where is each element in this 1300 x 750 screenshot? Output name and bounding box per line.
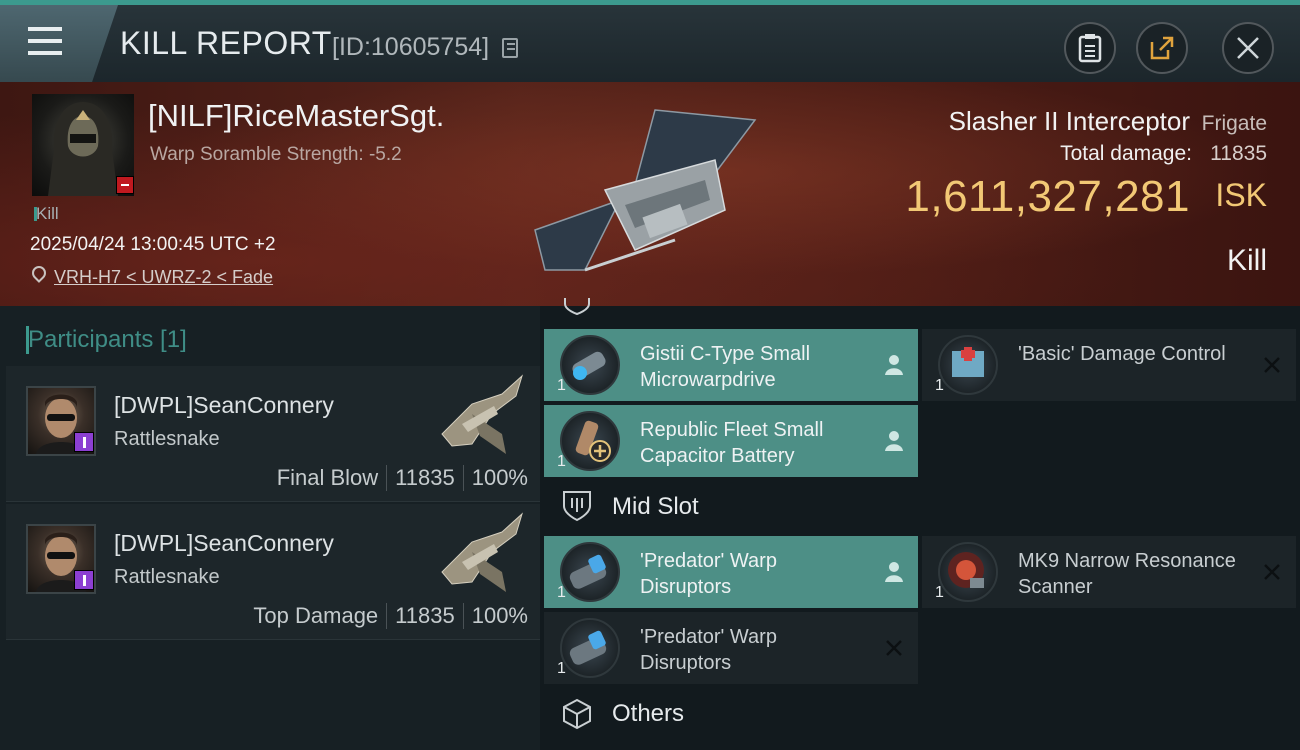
ship-class: Frigate (1201, 112, 1267, 135)
participant-percent: 100% (471, 465, 528, 490)
capacitor-battery-icon-graphic (575, 420, 611, 462)
module-qty: 1 (557, 377, 566, 394)
module-name: 'Basic' Damage Control (1018, 343, 1226, 365)
destroyed-icon (886, 640, 902, 656)
location-pin-icon (29, 263, 49, 283)
victim-ship-image (534, 109, 757, 272)
report-button[interactable] (1064, 22, 1116, 74)
resonance-scanner-icon-graphic (948, 552, 984, 588)
module-name: 'Predator' Warp Disruptors (640, 550, 777, 598)
isk-unit: ISK (1215, 177, 1267, 213)
participant-row[interactable]: [DWPL]SeanConnery Rattlesnake Top Damage… (6, 504, 540, 640)
location-link[interactable]: VRH-H7 < UWRZ-2 < Fade (54, 267, 273, 288)
module-qty: 1 (935, 584, 944, 601)
participants-header: Participants [1] (26, 326, 187, 354)
menu-button[interactable] (0, 5, 118, 82)
module-qty: 1 (557, 453, 566, 470)
divider (462, 465, 464, 491)
menu-icon-line (28, 39, 62, 43)
modules-panel: 1 Gistii C-Type Small Microwarpdrive 1 '… (540, 298, 1300, 750)
module-name: MK9 Narrow Resonance Scanner (1018, 550, 1236, 598)
menu-icon (28, 27, 62, 31)
kill-tag: Kill (34, 204, 59, 223)
scramble-strength: Warp Soramble Strength: -5.2 (150, 144, 402, 165)
module-item[interactable]: 1 'Basic' Damage Control (922, 329, 1296, 401)
module-item[interactable]: 1 Gistii C-Type Small Microwarpdrive (544, 329, 918, 401)
participant-role: Final Blow (276, 465, 379, 490)
mid-slot-header: Mid Slot (612, 493, 699, 520)
participant-ship: Rattlesnake (114, 428, 220, 450)
copy-icon[interactable] (502, 38, 518, 58)
mid-slot-shield-icon (563, 491, 591, 522)
isk-value: 1,611,327,281 (905, 172, 1190, 221)
corp-badge (74, 570, 94, 590)
participant-role: Top Damage (253, 603, 379, 628)
rattlesnake-ship-image (441, 374, 523, 454)
kill-id: [ID:10605754] (332, 33, 490, 61)
module-name: Republic Fleet Small Capacitor Battery (640, 419, 824, 467)
participant-name: [DWPL]SeanConnery (114, 392, 334, 418)
top-bar: KILL REPORT [ID:10605754] (0, 0, 1300, 82)
participant-stats: Top Damage 11835 100% (253, 603, 528, 629)
module-name: Gistii C-Type Small Microwarpdrive (640, 343, 811, 391)
result-label: Kill (1226, 244, 1267, 277)
warp-disruptor-icon (560, 542, 620, 602)
victim-name[interactable]: [NILF]RiceMasterSgt. (148, 98, 444, 134)
participant-ship: Rattlesnake (114, 566, 220, 588)
microwarpdrive-icon (560, 335, 620, 395)
resonance-scanner-icon (938, 542, 998, 602)
module-qty: 1 (557, 584, 566, 601)
destroyed-icon (1264, 564, 1280, 580)
ship-name[interactable]: Slasher II Interceptor (949, 106, 1190, 137)
status-badge (116, 176, 134, 194)
module-item[interactable]: 1 Republic Fleet Small Capacitor Battery (544, 405, 918, 477)
participant-row[interactable]: [DWPL]SeanConnery Rattlesnake Final Blow… (6, 366, 540, 502)
divider (386, 603, 388, 629)
rattlesnake-ship-image (441, 512, 523, 592)
module-item[interactable]: 1 'Predator' Warp Disruptors (544, 536, 918, 608)
destroyed-icon (1264, 357, 1280, 373)
pilot-icon (885, 562, 903, 582)
share-button[interactable] (1136, 22, 1188, 74)
close-button[interactable] (1222, 22, 1274, 74)
corp-badge (74, 432, 94, 452)
kill-banner: Kill [NILF]RiceMasterSgt. Warp Soramble … (0, 82, 1300, 306)
damage-control-icon-graphic (952, 347, 984, 377)
pilot-icon (885, 431, 903, 451)
cargo-box-icon (563, 698, 591, 730)
total-damage-label: Total damage: (1060, 142, 1192, 165)
participant-damage: 11835 (395, 465, 455, 490)
damage-control-icon (938, 335, 998, 395)
low-slot-shield-icon (564, 298, 590, 316)
participant-stats: Final Blow 11835 100% (277, 465, 528, 491)
total-damage-value: 11835 (1210, 142, 1267, 165)
divider (386, 465, 388, 491)
clipboard-icon (1078, 34, 1102, 63)
participant-percent: 100% (471, 603, 528, 628)
menu-icon-line (28, 51, 62, 55)
close-icon (1237, 37, 1259, 59)
module-item[interactable]: 1 MK9 Narrow Resonance Scanner (922, 536, 1296, 608)
capacitor-battery-icon (560, 411, 620, 471)
participant-name: [DWPL]SeanConnery (114, 530, 334, 556)
warp-disruptor-icon-graphic (569, 630, 607, 665)
divider (462, 603, 464, 629)
module-name: 'Predator' Warp Disruptors (640, 626, 777, 674)
warp-disruptor-icon (560, 618, 620, 678)
module-item[interactable]: 1 'Predator' Warp Disruptors (544, 612, 918, 684)
participants-panel: Participants [1] [DWPL]SeanConnery Rattl… (0, 306, 540, 750)
microwarpdrive-icon-graphic (572, 351, 606, 380)
pilot-icon (885, 355, 903, 375)
participant-damage: 11835 (395, 603, 455, 628)
share-icon (1150, 36, 1174, 60)
warp-disruptor-icon-graphic (569, 554, 607, 589)
module-qty: 1 (935, 377, 944, 394)
kill-datetime: 2025/04/24 13:00:45 UTC +2 (30, 234, 276, 255)
module-qty: 1 (557, 660, 566, 677)
page-title: KILL REPORT (120, 25, 332, 61)
others-header: Others (612, 700, 685, 727)
